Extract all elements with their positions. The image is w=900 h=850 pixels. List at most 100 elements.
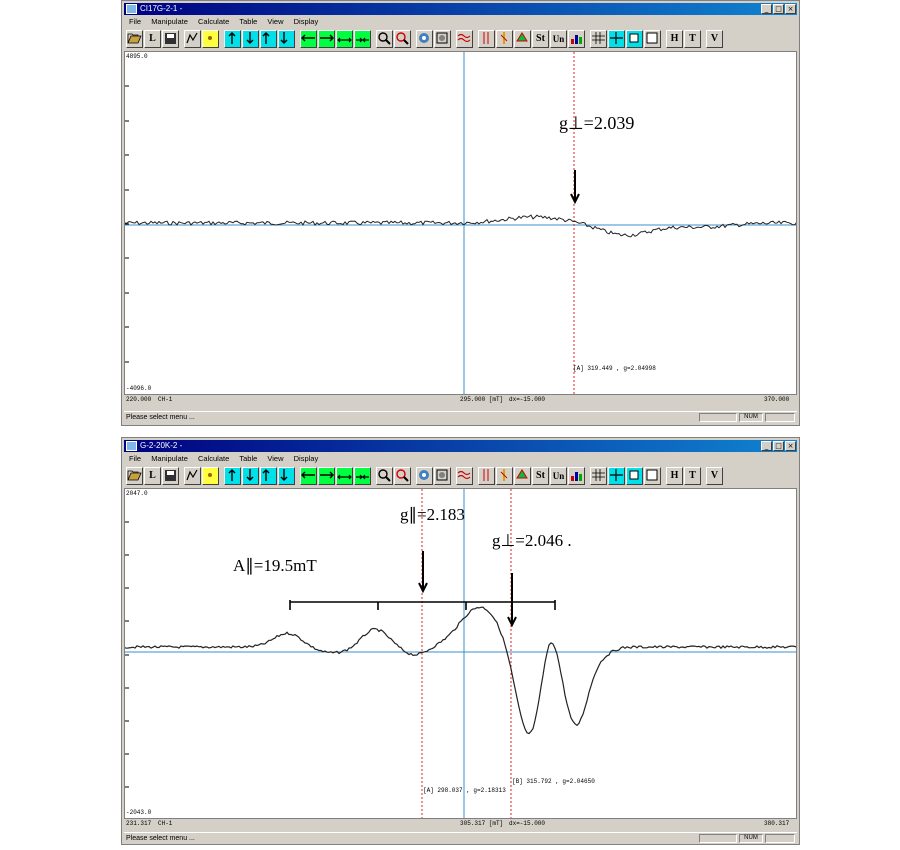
num-indicator: NUM: [739, 413, 763, 422]
y-axis-ticks: [125, 521, 129, 788]
cross-icon: [610, 469, 623, 481]
L-button[interactable]: L: [144, 30, 161, 48]
blank-button[interactable]: [644, 30, 661, 48]
wave-button[interactable]: [456, 467, 473, 485]
square-button[interactable]: [626, 30, 643, 48]
right-button[interactable]: [318, 30, 335, 48]
V-button[interactable]: V: [706, 467, 723, 485]
grid-button[interactable]: [590, 30, 607, 48]
peak-button[interactable]: [416, 30, 433, 48]
up-button[interactable]: [224, 467, 241, 485]
peak-mark-button[interactable]: [514, 467, 531, 485]
T-button[interactable]: T: [684, 467, 701, 485]
zoom-out-button[interactable]: [394, 467, 411, 485]
cursor-button[interactable]: [478, 30, 495, 48]
expand-x-button[interactable]: [336, 467, 353, 485]
St-button[interactable]: St: [532, 467, 549, 485]
down-button[interactable]: [242, 30, 259, 48]
shrink-x-button[interactable]: [354, 467, 371, 485]
maximize-button[interactable]: □: [773, 441, 784, 451]
H-button[interactable]: H: [666, 30, 683, 48]
spectrum-button[interactable]: [434, 467, 451, 485]
menu-display[interactable]: Display: [294, 453, 319, 464]
menu-calculate[interactable]: Calculate: [198, 16, 229, 27]
cursor-button[interactable]: [478, 467, 495, 485]
square-icon: [629, 470, 639, 480]
minimize-button[interactable]: _: [761, 4, 772, 14]
curve-button[interactable]: [184, 30, 201, 48]
close-button[interactable]: ×: [785, 4, 796, 14]
St-button[interactable]: St: [532, 30, 549, 48]
save-button[interactable]: [162, 467, 179, 485]
menu-table[interactable]: Table: [239, 16, 257, 27]
Un-button[interactable]: Un: [550, 30, 567, 48]
up-x2-button[interactable]: [260, 30, 277, 48]
menu-manipulate[interactable]: Manipulate: [151, 16, 188, 27]
peak-mark-button[interactable]: [514, 30, 531, 48]
zoom-out-button[interactable]: [394, 30, 411, 48]
cross-button[interactable]: [608, 467, 625, 485]
menu-view[interactable]: View: [267, 16, 283, 27]
chart-button[interactable]: [568, 30, 585, 48]
menu-manipulate[interactable]: Manipulate: [151, 453, 188, 464]
V-button[interactable]: V: [706, 30, 723, 48]
peak-button[interactable]: [416, 467, 433, 485]
cross-button[interactable]: [608, 30, 625, 48]
open-button[interactable]: [126, 30, 143, 48]
yellow-button[interactable]: [202, 30, 219, 48]
zoom-in-button[interactable]: [376, 30, 393, 48]
left-button[interactable]: [300, 467, 317, 485]
curve-button[interactable]: [184, 467, 201, 485]
cursor2-button[interactable]: [496, 30, 513, 48]
square-button[interactable]: [626, 467, 643, 485]
title-bar[interactable]: CI17G-2-1 - _ □ ×: [124, 3, 797, 15]
zoom-in-button[interactable]: [376, 467, 393, 485]
x-right-label: 380.317: [764, 820, 790, 827]
arrow-up-icon: [228, 32, 236, 44]
blank-icon: [646, 32, 658, 44]
open-button[interactable]: [126, 467, 143, 485]
spectrum-plot[interactable]: 2047.0 -2043.0 [A] 298.037 , g=2.18313 […: [124, 488, 797, 819]
menu-view[interactable]: View: [267, 453, 283, 464]
yellow-button[interactable]: [202, 467, 219, 485]
spectrum-icon: [436, 469, 448, 481]
left-button[interactable]: [300, 30, 317, 48]
right-button[interactable]: [318, 467, 335, 485]
up-x05-button[interactable]: [278, 30, 295, 48]
menu-calculate[interactable]: Calculate: [198, 453, 229, 464]
g-perp-arrow: [570, 170, 580, 205]
open-icon: [127, 470, 142, 481]
maximize-button[interactable]: □: [773, 4, 784, 14]
down-button[interactable]: [242, 467, 259, 485]
spectrum-button[interactable]: [434, 30, 451, 48]
chart-button[interactable]: [568, 467, 585, 485]
menu-table[interactable]: Table: [239, 453, 257, 464]
expand-x-button[interactable]: [336, 30, 353, 48]
up-button[interactable]: [224, 30, 241, 48]
cursor2-button[interactable]: [496, 467, 513, 485]
toolbar: L St Un H T V: [124, 28, 797, 50]
arrow-right-icon: [320, 471, 334, 479]
menu-file[interactable]: File: [129, 16, 141, 27]
T-button[interactable]: T: [684, 30, 701, 48]
up-x2-button[interactable]: [260, 467, 277, 485]
spectrum-plot[interactable]: 4895.0 -4096.0 [A] 319.449 , g=2.04998 g…: [124, 51, 797, 395]
title-bar[interactable]: G-2-20K-2 - _ □ ×: [124, 440, 797, 452]
menu-file[interactable]: File: [129, 453, 141, 464]
menu-display[interactable]: Display: [294, 16, 319, 27]
arrow-up-x2-icon: [262, 469, 270, 481]
up-x05-button[interactable]: [278, 467, 295, 485]
L-button[interactable]: L: [144, 467, 161, 485]
wave-button[interactable]: [456, 30, 473, 48]
wave-icon: [457, 470, 471, 480]
x-center-label: 295.000 [mT]: [460, 396, 504, 403]
grid-button[interactable]: [590, 467, 607, 485]
shrink-x-button[interactable]: [354, 30, 371, 48]
close-button[interactable]: ×: [785, 441, 796, 451]
expand-x-icon: [337, 474, 352, 480]
H-button[interactable]: H: [666, 467, 683, 485]
blank-button[interactable]: [644, 467, 661, 485]
save-button[interactable]: [162, 30, 179, 48]
minimize-button[interactable]: _: [761, 441, 772, 451]
Un-button[interactable]: Un: [550, 467, 567, 485]
